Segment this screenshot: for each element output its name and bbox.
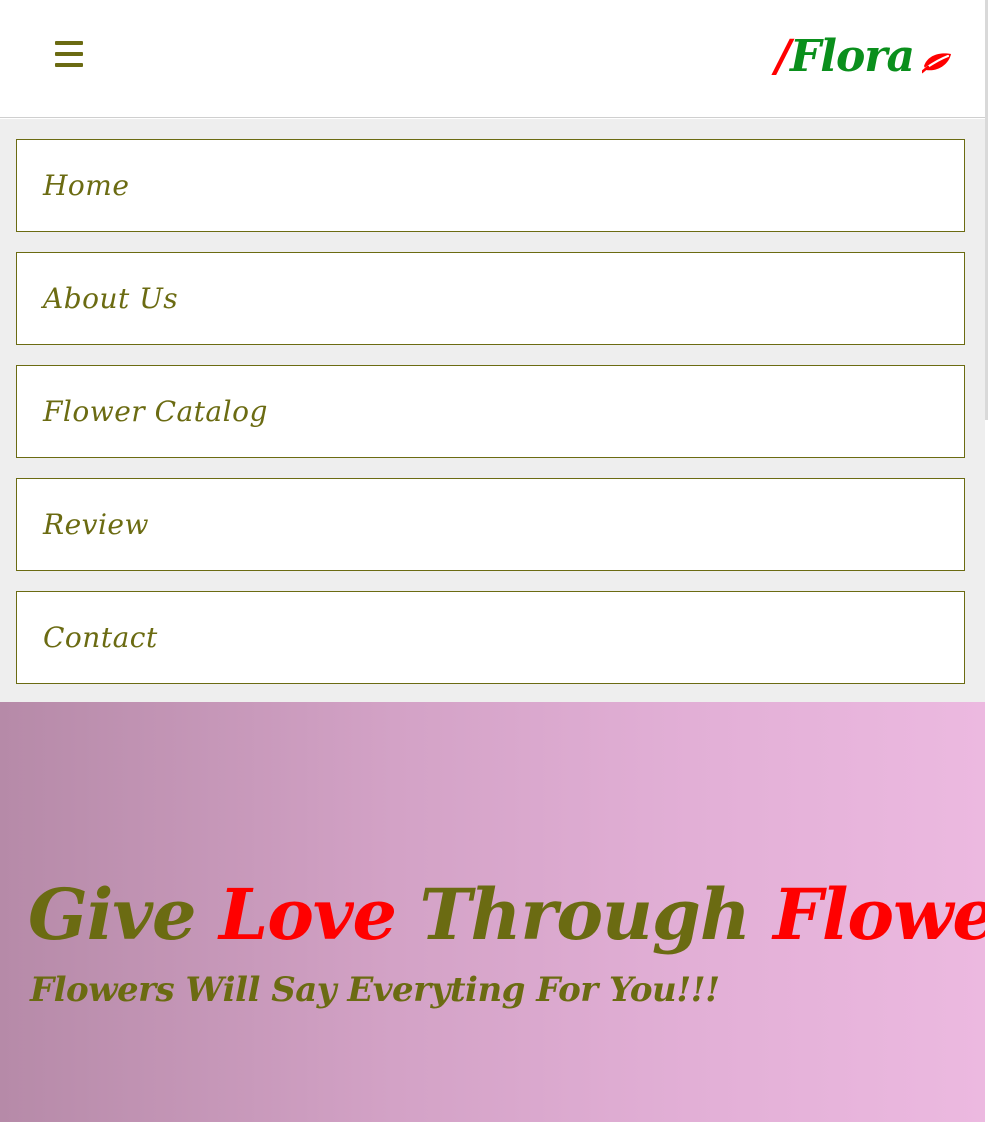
hero-title: Give Love Through Flowers! (28, 870, 985, 960)
logo-slash: / (774, 30, 791, 82)
menu-item-about-us[interactable]: About Us (16, 252, 965, 345)
menu-item-review[interactable]: Review (16, 478, 965, 571)
hero-title-word-flowers: Flowers! (773, 873, 985, 956)
menu-item-contact[interactable]: Contact (16, 591, 965, 684)
hamburger-menu-icon[interactable] (50, 37, 88, 71)
site-logo[interactable]: / Flora (775, 26, 952, 86)
logo-name: Flora (790, 30, 915, 82)
navigation-menu: Home About Us Flower Catalog Review Cont… (0, 119, 985, 702)
page: / Flora Home About Us Flower Catalog Rev… (0, 0, 988, 1122)
hero-section: Give Love Through Flowers! Flowers Will … (0, 702, 985, 1122)
site-header: / Flora (0, 0, 988, 420)
hero-title-word-through: Through (419, 873, 750, 956)
hero-title-word-love: Love (218, 873, 397, 956)
hero-subtitle: Flowers Will Say Everyting For You!!! (30, 970, 720, 1010)
menu-item-home[interactable]: Home (16, 139, 965, 232)
hero-title-word-give: Give (28, 873, 197, 956)
menu-item-flower-catalog[interactable]: Flower Catalog (16, 365, 965, 458)
leaf-icon (922, 53, 951, 74)
